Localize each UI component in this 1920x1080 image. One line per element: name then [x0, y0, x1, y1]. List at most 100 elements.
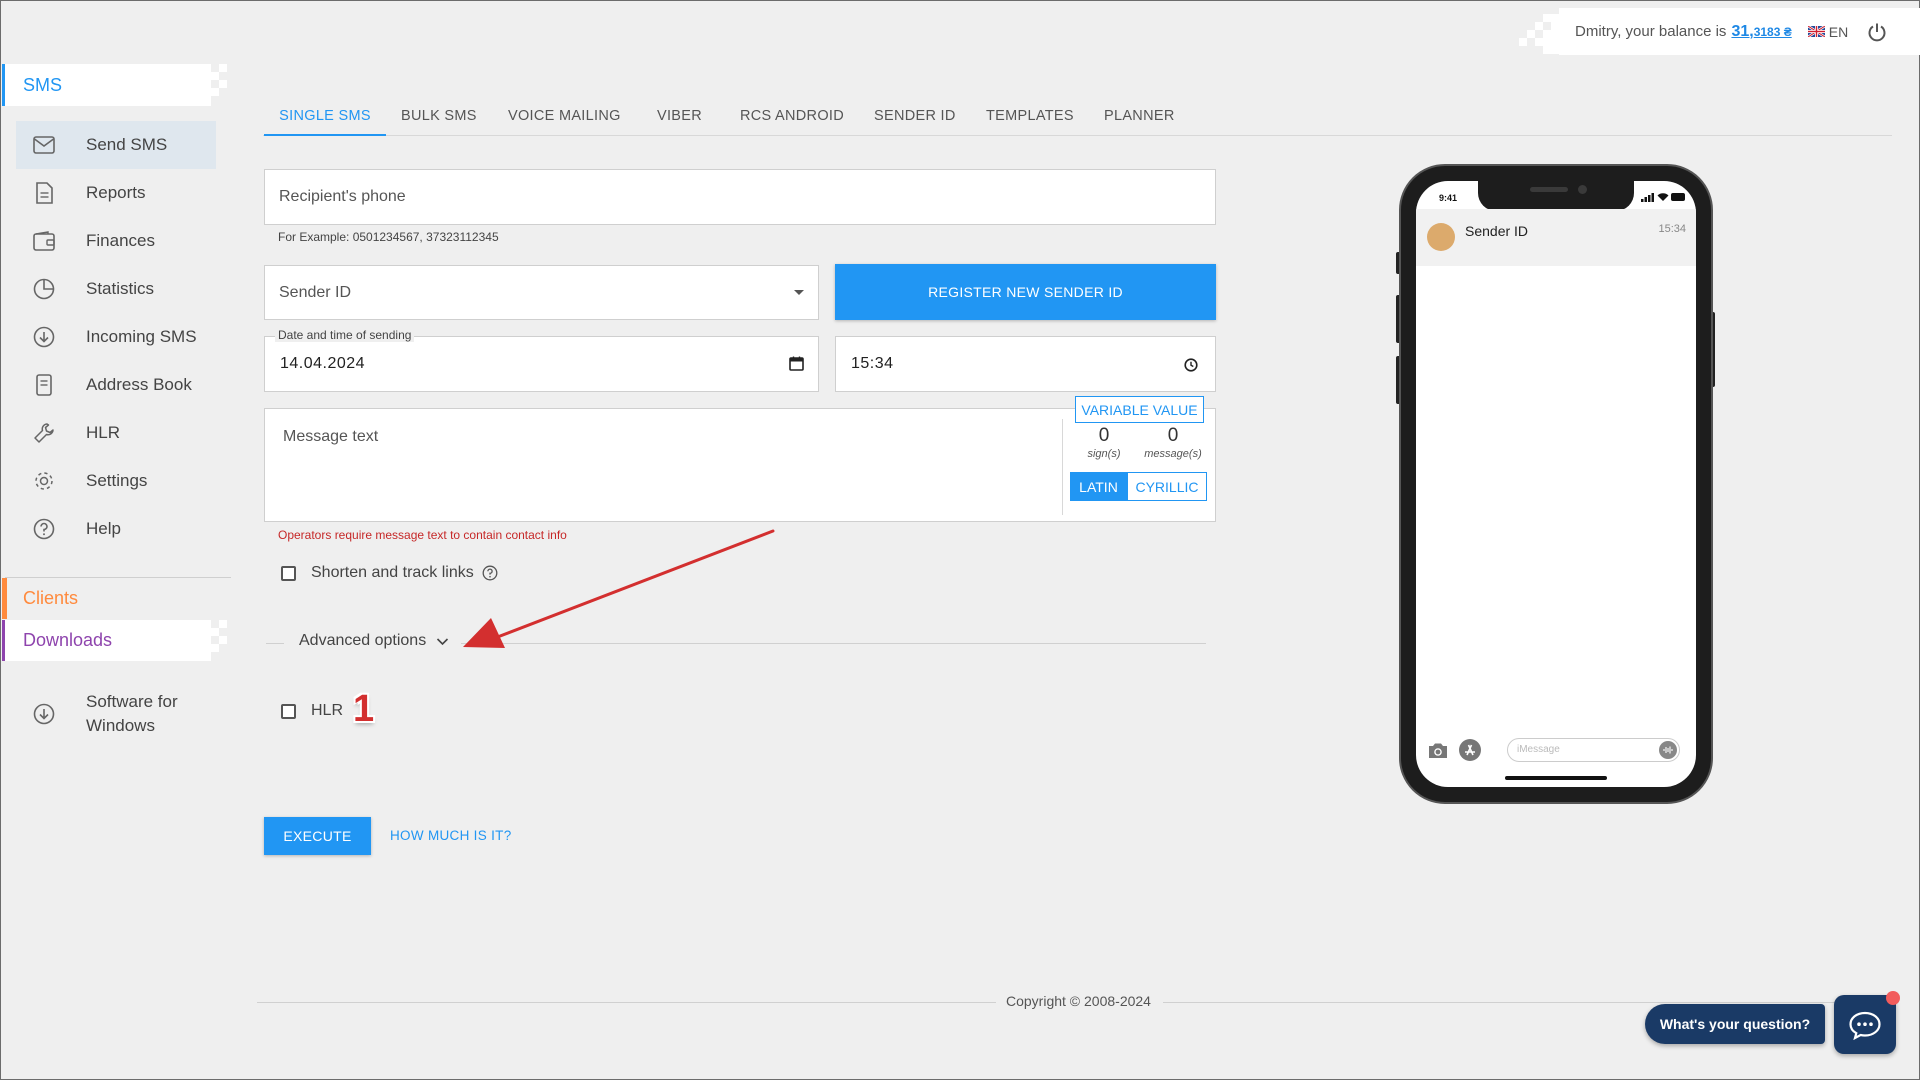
shorten-links-checkbox[interactable]: [281, 565, 296, 581]
sidebar-item-statistics[interactable]: Statistics: [16, 265, 216, 313]
footer-line-right: [1163, 1002, 1892, 1003]
sender-id-label: Sender ID: [279, 283, 352, 301]
time-value: 15:34: [851, 355, 894, 372]
book-icon: [32, 373, 56, 397]
sidebar-item-software-windows[interactable]: Software for Windows: [16, 686, 216, 742]
advanced-options-toggle[interactable]: Advanced options: [299, 632, 449, 650]
imessage-input: iMessage: [1507, 738, 1680, 762]
advanced-options-label: Advanced options: [299, 632, 427, 649]
date-input[interactable]: 14.04.2024: [264, 336, 819, 392]
language-selector[interactable]: EN: [1807, 24, 1848, 40]
phone-conversation-header: Sender ID 15:34: [1416, 209, 1696, 266]
messages-label: message(s): [1144, 448, 1202, 460]
chat-question-bubble[interactable]: What's your question?: [1645, 1004, 1825, 1044]
sidebar-section-downloads[interactable]: Downloads: [5, 620, 203, 661]
help-circle-icon: [32, 517, 56, 541]
sidebar-section-downloads-label: Downloads: [23, 630, 113, 650]
tab-planner[interactable]: PLANNER: [1104, 96, 1175, 136]
phone-frame: 9:41 Sender ID 15:34 iMessage: [1399, 164, 1713, 804]
wallet-icon: [32, 229, 56, 253]
calendar-icon[interactable]: [789, 356, 804, 371]
sidebar-item-reports[interactable]: Reports: [16, 169, 216, 217]
sidebar-item-send-sms[interactable]: Send SMS: [16, 121, 216, 169]
register-sender-id-button[interactable]: REGISTER NEW SENDER ID: [835, 264, 1216, 320]
register-sender-id-label: REGISTER NEW SENDER ID: [928, 284, 1123, 300]
header-bar: Dmitry, your balance is 31,3183 ₴ EN: [1559, 8, 1920, 55]
sidebar-section-clients-label: Clients: [23, 588, 79, 608]
annotation-arrow: [463, 529, 775, 648]
balance-fraction: 3183 ₴: [1753, 24, 1792, 39]
recipient-hint: For Example: 0501234567, 37323112345: [278, 230, 499, 244]
footer-copyright: Copyright © 2008-2024: [1006, 993, 1151, 1009]
tab-voice-mailing[interactable]: VOICE MAILING: [508, 96, 621, 136]
tab-sender-id[interactable]: SENDER ID: [874, 96, 956, 136]
download-circle-icon: [32, 702, 56, 726]
sidebar-item-finances[interactable]: Finances: [16, 217, 216, 265]
sidebar-section-sms-label: SMS: [23, 74, 63, 95]
sidebar-section-sms[interactable]: SMS: [5, 64, 203, 106]
clock-icon[interactable]: [1184, 358, 1198, 372]
phone-message-time: 15:34: [1658, 223, 1686, 235]
footer-line-left: [257, 1002, 996, 1003]
variable-value-button[interactable]: VARIABLE VALUE: [1075, 396, 1204, 423]
uk-flag-icon: [1807, 26, 1825, 37]
phone-status-time: 9:41: [1439, 193, 1458, 203]
tab-active-indicator: [264, 134, 386, 136]
audio-wave-icon: [1659, 741, 1677, 759]
tab-viber[interactable]: VIBER: [657, 96, 702, 136]
sidebar-item-label: HLR: [86, 423, 121, 442]
sidebar-item-label: Send SMS: [86, 135, 168, 154]
how-much-link[interactable]: HOW MUCH IS IT?: [390, 828, 512, 843]
latin-toggle[interactable]: LATIN: [1070, 472, 1127, 501]
chat-question-label: What's your question?: [1659, 1016, 1811, 1032]
message-text-area[interactable]: Message text: [264, 408, 1216, 522]
sidebar-section-clients[interactable]: Clients: [23, 578, 78, 619]
phone-battery-icon: [1671, 193, 1685, 201]
sender-id-select[interactable]: Sender ID: [264, 265, 819, 320]
sidebar-item-label: Settings: [86, 471, 148, 490]
cyrillic-toggle[interactable]: CYRILLIC: [1127, 472, 1207, 501]
latin-label: LATIN: [1079, 478, 1118, 495]
dropdown-arrow-icon: [794, 290, 804, 295]
variable-value-label: VARIABLE VALUE: [1081, 401, 1198, 418]
software-label-line1: Software for: [86, 692, 178, 711]
tab-templates[interactable]: TEMPLATES: [986, 96, 1074, 136]
sidebar-item-label: Address Book: [86, 375, 192, 394]
advanced-options-line-left: [266, 643, 284, 644]
hlr-option[interactable]: HLR: [281, 702, 343, 720]
balance-link[interactable]: 31,3183 ₴: [1731, 23, 1791, 41]
chevron-down-icon: [436, 637, 449, 646]
sidebar-item-help[interactable]: Help: [16, 505, 216, 553]
phone-signal-icon: [1641, 193, 1655, 202]
tab-single-sms[interactable]: SINGLE SMS: [264, 96, 386, 136]
sidebar-item-label: Help: [86, 519, 121, 538]
sidebar-item-label: Finances: [86, 231, 155, 250]
time-input[interactable]: 15:34: [835, 336, 1216, 392]
power-icon[interactable]: [1866, 21, 1888, 43]
chat-button[interactable]: [1834, 995, 1896, 1054]
sidebar-item-hlr[interactable]: HLR: [16, 409, 216, 457]
recipient-phone-placeholder: Recipient's phone: [279, 188, 406, 205]
annotation-number: 1: [353, 688, 375, 730]
execute-label: EXECUTE: [283, 828, 352, 844]
tab-label: RCS ANDROID: [740, 108, 845, 124]
signs-label: sign(s): [1087, 448, 1121, 460]
chat-bubble-icon: [1848, 1010, 1882, 1040]
document-icon: [32, 181, 56, 205]
app-store-icon: [1459, 739, 1481, 761]
chat-notification-dot: [1886, 991, 1900, 1005]
tab-bulk-sms[interactable]: BULK SMS: [401, 96, 477, 136]
sidebar-item-address-book[interactable]: Address Book: [16, 361, 216, 409]
sidebar-item-settings[interactable]: Settings: [16, 457, 216, 505]
download-circle-icon: [32, 325, 56, 349]
wrench-icon: [32, 421, 56, 445]
execute-button[interactable]: EXECUTE: [264, 817, 371, 855]
sidebar-item-incoming-sms[interactable]: Incoming SMS: [16, 313, 216, 361]
tab-label: VIBER: [657, 108, 703, 124]
pie-chart-icon: [32, 277, 56, 301]
message-tools-divider: [1062, 419, 1063, 515]
hlr-checkbox[interactable]: [281, 703, 296, 719]
tab-rcs-android[interactable]: RCS ANDROID: [740, 96, 844, 136]
recipient-phone-input[interactable]: Recipient's phone: [264, 169, 1216, 225]
signs-count: 0: [1098, 425, 1110, 446]
